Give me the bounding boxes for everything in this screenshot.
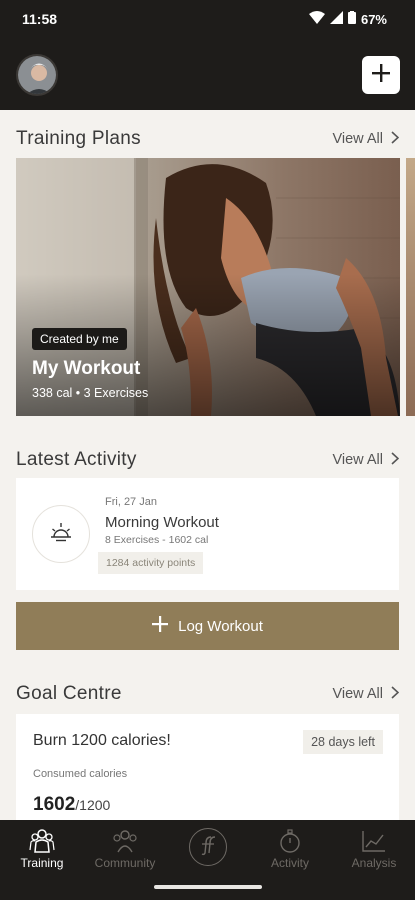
tab-analysis[interactable]: Analysis: [334, 826, 414, 870]
training-plan-card[interactable]: Created by me My Workout 338 cal • 3 Exe…: [16, 158, 400, 416]
tab-home-logo[interactable]: [189, 828, 227, 866]
training-plans-header: Training Plans View All: [16, 125, 400, 153]
tab-activity[interactable]: Activity: [250, 826, 330, 870]
activity-card[interactable]: Fri, 27 Jan Morning Workout 8 Exercises …: [16, 478, 399, 590]
add-button[interactable]: [362, 56, 400, 94]
avatar[interactable]: [16, 54, 58, 96]
signal-icon: [329, 11, 343, 27]
training-plans-title: Training Plans: [16, 128, 141, 149]
plus-icon: [152, 616, 169, 636]
battery-icon: [347, 11, 356, 27]
chart-icon: [361, 826, 387, 856]
activity-title: Morning Workout: [105, 514, 219, 531]
latest-activity-header: Latest Activity View All: [16, 446, 400, 474]
next-plan-card-peek[interactable]: [406, 158, 415, 416]
log-workout-button[interactable]: Log Workout: [16, 602, 399, 650]
goal-card[interactable]: Burn 1200 calories! 28 days left Consume…: [16, 714, 399, 820]
activity-date: Fri, 27 Jan: [105, 496, 157, 508]
app-header: [0, 38, 415, 110]
training-icon: [29, 826, 55, 856]
activity-subtitle: 8 Exercises - 1602 cal: [105, 534, 209, 546]
community-icon: [112, 826, 138, 856]
latest-activity-view-all[interactable]: View All: [332, 451, 400, 469]
plan-meta: 338 cal • 3 Exercises: [32, 386, 149, 400]
chevron-right-icon: [391, 685, 400, 703]
created-by-me-badge: Created by me: [32, 328, 127, 350]
status-time: 11:58: [22, 11, 58, 27]
status-bar: 11:58 67%: [0, 0, 415, 38]
goal-centre-title: Goal Centre: [16, 683, 122, 704]
latest-activity-title: Latest Activity: [16, 449, 137, 470]
tab-community[interactable]: Community: [85, 826, 165, 870]
sunrise-icon: [49, 521, 73, 548]
activity-points-badge: 1284 activity points: [98, 552, 204, 574]
stopwatch-icon: [278, 826, 302, 856]
wifi-icon: [308, 11, 325, 27]
chevron-right-icon: [391, 130, 400, 148]
consumed-calories-label: Consumed calories: [33, 768, 128, 780]
goal-centre-view-all[interactable]: View All: [332, 685, 400, 703]
brand-logo-icon: [197, 834, 219, 861]
activity-icon-circle: [32, 505, 90, 563]
goal-title: Burn 1200 calories!: [33, 732, 171, 749]
plan-title: My Workout: [32, 358, 141, 379]
battery-level: 67%: [360, 11, 387, 27]
goal-centre-header: Goal Centre View All: [16, 680, 400, 708]
plus-icon: [372, 63, 390, 87]
days-left-badge: 28 days left: [303, 730, 383, 754]
chevron-right-icon: [391, 451, 400, 469]
training-plans-view-all[interactable]: View All: [332, 130, 400, 148]
home-indicator[interactable]: [154, 885, 262, 889]
log-workout-label: Log Workout: [178, 617, 263, 635]
tab-training[interactable]: Training: [2, 826, 82, 870]
consumed-calories-value: 1602/1200: [33, 794, 111, 815]
consumed-calories-total: /1200: [75, 797, 111, 813]
